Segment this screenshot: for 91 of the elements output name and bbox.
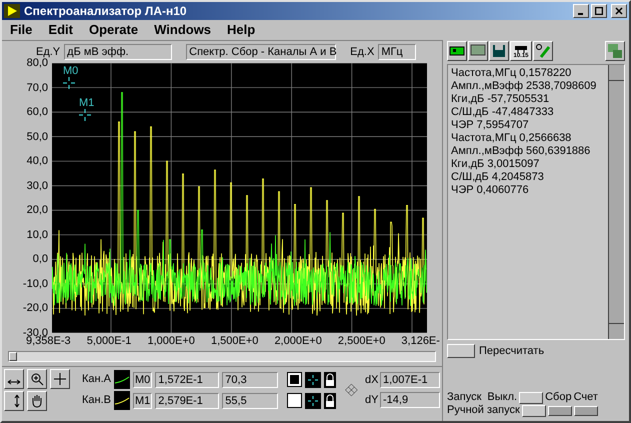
maximize-icon: [595, 7, 603, 15]
marker-y-field[interactable]: 70,3: [222, 372, 278, 388]
minimize-button[interactable]: [573, 4, 589, 18]
manual-start-button[interactable]: [522, 404, 546, 416]
result-line: С/Ш,дБ 4,2045873: [451, 171, 545, 184]
x-tick-label: 1,500E+0: [210, 334, 258, 349]
crosshair-icon[interactable]: [50, 369, 70, 389]
lock-icon[interactable]: [324, 392, 336, 408]
marker-cursor-icon[interactable]: [79, 109, 91, 121]
cursor-style-swatch[interactable]: [287, 372, 302, 387]
delta-field: 1,007E-1: [380, 372, 440, 388]
marker-x-field[interactable]: 2,579E-1: [155, 392, 220, 408]
result-line: Кги,дБ 3,0015097: [451, 158, 540, 171]
window-switch-icon[interactable]: [605, 41, 625, 61]
cursor-crosshair-icon[interactable]: [305, 392, 322, 408]
manual-start-label: Ручной запуск: [447, 404, 520, 417]
count-indicator: [574, 406, 598, 416]
cursor-crosshair-icon[interactable]: [305, 372, 322, 388]
y-tick-label: 10,0: [26, 228, 48, 241]
menu-item[interactable]: File: [10, 20, 32, 40]
channel-label: Кан.В: [81, 393, 111, 408]
y-tick-label: -20,0: [22, 302, 48, 314]
maximize-button[interactable]: [591, 4, 607, 18]
zoom-y-icon[interactable]: [4, 391, 24, 411]
horizontal-scrollbar[interactable]: [8, 351, 436, 362]
result-line: Ампл.,мВэфф 560,6391886: [451, 145, 592, 158]
marker-y-field[interactable]: 55,5: [222, 392, 278, 408]
lock-icon[interactable]: [324, 372, 336, 388]
result-line: Кги,дБ -57,7505531: [451, 93, 550, 106]
monitor-icon[interactable]: [468, 41, 488, 61]
result-line: Частота,МГц 0,2566638: [451, 132, 572, 145]
y-tick-label: -10,0: [22, 278, 48, 290]
delta-label: dX: [365, 373, 377, 388]
zoom-x-icon[interactable]: [4, 369, 24, 389]
marker-cursor-icon[interactable]: [63, 77, 75, 89]
y-tick-label: 80,0: [26, 57, 48, 69]
trace-style-icon[interactable]: [114, 391, 130, 410]
count-label: Счет: [574, 391, 598, 404]
delta-field: -14,9: [380, 392, 440, 408]
x-unit-field[interactable]: МГц: [378, 44, 416, 60]
y-tick-label: 30,0: [26, 180, 48, 192]
y-tick-label: 60,0: [26, 106, 48, 118]
marker-x-field[interactable]: 1,572E-1: [155, 372, 220, 388]
menu-item[interactable]: Windows: [154, 20, 212, 40]
cursor-style-swatch[interactable]: [287, 393, 302, 408]
hand-icon[interactable]: [27, 391, 47, 411]
menu-item[interactable]: Help: [227, 20, 256, 40]
y-unit-field[interactable]: дБ мВ эфф.: [64, 44, 172, 60]
y-unit-label: Ед.Y: [36, 44, 60, 58]
result-line: ЧЭР 0,4060776: [451, 184, 530, 197]
probe-icon[interactable]: [533, 41, 553, 61]
result-line: С/Ш,дБ -47,4847333: [451, 106, 555, 119]
x-tick-label: 2,000E+0: [274, 334, 322, 349]
menu-item[interactable]: Edit: [48, 20, 73, 40]
y-tick-label: 70,0: [26, 82, 48, 94]
menu-item[interactable]: Operate: [88, 20, 138, 40]
off-label: Выкл.: [487, 391, 518, 404]
y-tick-label: 40,0: [26, 155, 48, 168]
x-tick-label: 2,500E+0: [338, 334, 386, 349]
mode-field[interactable]: Спектр. Сбор - Каналы А и В: [186, 44, 336, 60]
close-icon: [615, 7, 623, 15]
marker-label: M1: [79, 97, 94, 109]
delta-label: dY: [365, 392, 377, 408]
trace-style-icon[interactable]: [114, 370, 130, 389]
connector-icon: [513, 45, 529, 53]
collect-indicator: [548, 406, 572, 416]
channel-label: Кан.А: [81, 372, 111, 388]
collect-label: Сбор: [545, 391, 572, 404]
window-title: Спектроанализатор ЛА-н10: [24, 3, 187, 20]
close-button[interactable]: [611, 4, 627, 18]
circuit-board-icon[interactable]: [447, 41, 467, 61]
recalculate-label: Пересчитать: [479, 344, 544, 359]
result-line: Частота,МГц 0,1578220: [451, 67, 572, 80]
result-line: ЧЭР 7,5954707: [451, 119, 530, 132]
x-tick-label: 5,000E-1: [86, 334, 132, 349]
start-label: Запуск: [447, 391, 482, 404]
x-tick-label: 3,126E-: [401, 334, 440, 349]
marker-name-field: M1: [133, 392, 152, 408]
x-tick-label: 1,000E+0: [147, 334, 195, 349]
x-unit-label: Ед.X: [350, 44, 374, 60]
y-tick-label: 0,0: [32, 253, 48, 266]
marker-name-field: M0: [133, 372, 152, 388]
result-line: Ампл.,мВэфф 2538,7098609: [451, 80, 598, 93]
marker-label: M0: [63, 65, 78, 77]
app-icon: [4, 4, 20, 18]
vertical-scrollbar[interactable]: [608, 65, 624, 339]
start-toggle[interactable]: [519, 392, 544, 404]
y-tick-label: 50,0: [26, 130, 48, 143]
y-tick-label: 20,0: [26, 204, 48, 216]
recalculate-button[interactable]: [447, 344, 475, 358]
zoom-in-icon[interactable]: [27, 369, 47, 389]
